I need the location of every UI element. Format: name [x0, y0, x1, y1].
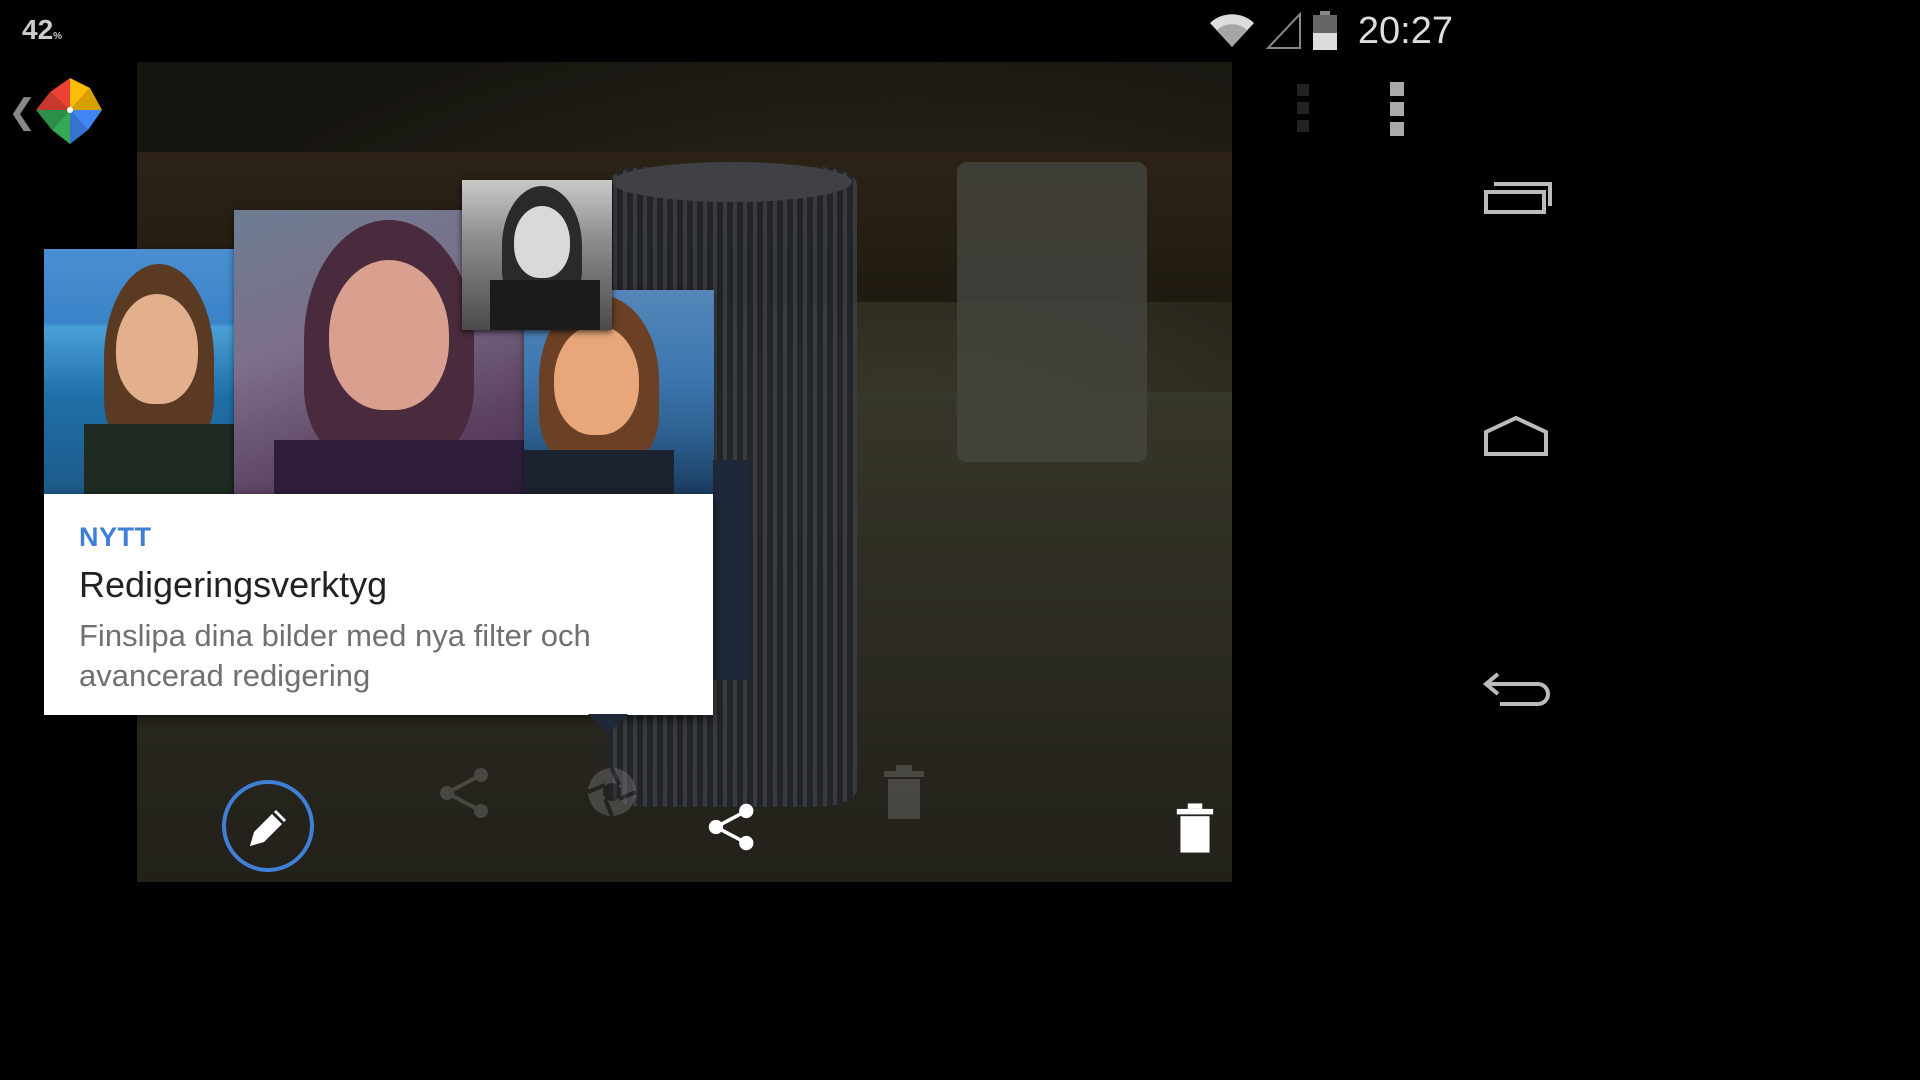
- feature-preview-collage: [44, 180, 714, 502]
- tooltip-side-edge: [713, 460, 749, 680]
- ghost-delete-icon: [884, 765, 924, 819]
- preview-photo-original: [44, 249, 236, 494]
- edit-button[interactable]: [222, 780, 314, 872]
- delete-icon[interactable]: [1175, 802, 1215, 854]
- cell-signal-icon: [1265, 12, 1301, 49]
- notification-count: 42%: [22, 14, 63, 45]
- tooltip-description: Finslipa dina bilder med nya filter och …: [79, 618, 591, 693]
- edit-pencil-icon: [250, 810, 286, 846]
- share-icon[interactable]: [707, 802, 757, 852]
- status-icons: 20:27: [1208, 10, 1453, 52]
- wifi-icon: [1209, 14, 1254, 47]
- navigation-bar: [1460, 62, 1568, 882]
- new-badge: NYTT: [79, 522, 152, 552]
- ghost-share-icon: [440, 768, 488, 818]
- feature-tooltip-card[interactable]: NYTT Redigeringsverktyg Finslipa dina bi…: [44, 494, 713, 715]
- recent-apps-icon[interactable]: [1480, 170, 1552, 230]
- preview-photo-bw: [462, 180, 612, 330]
- clock: 20:27: [1357, 9, 1453, 52]
- ghost-more-vertical-icon: [1296, 84, 1310, 134]
- battery-icon: [1312, 11, 1337, 50]
- action-bar: ❮: [0, 62, 1460, 157]
- tooltip-pointer: [588, 714, 628, 734]
- bottom-toolbar: [137, 760, 1232, 882]
- tooltip-title: Redigeringsverktyg: [79, 564, 388, 605]
- google-photos-pinwheel-icon[interactable]: [30, 70, 110, 150]
- more-vertical-icon[interactable]: [1385, 82, 1409, 140]
- home-icon[interactable]: [1480, 408, 1552, 468]
- back-icon[interactable]: [1480, 654, 1552, 714]
- ghost-aperture-icon: [587, 767, 637, 817]
- status-bar: 42% 20:27: [0, 0, 1568, 62]
